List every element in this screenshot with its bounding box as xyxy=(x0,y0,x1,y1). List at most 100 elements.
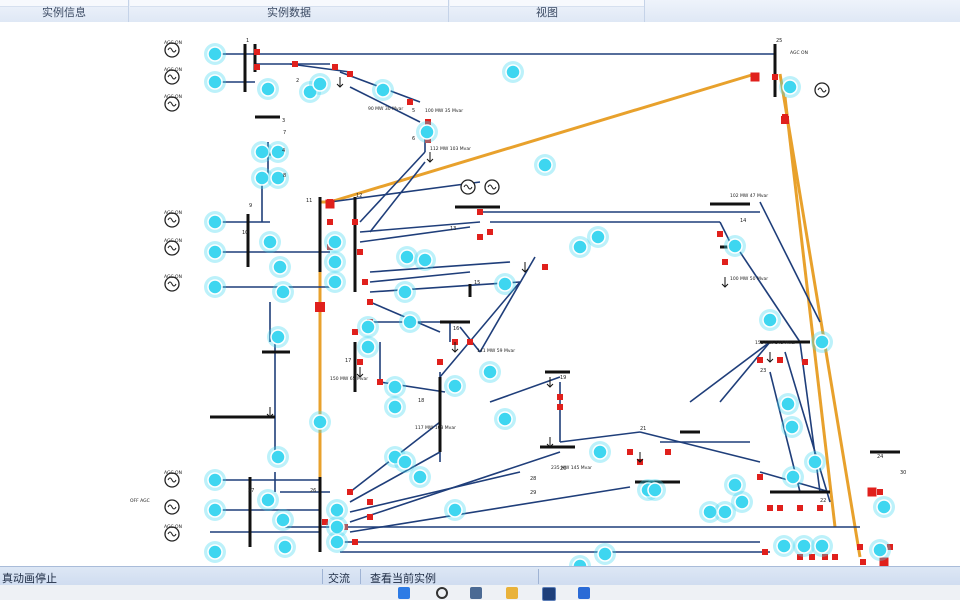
load-label: 235 MW 145 Mvar xyxy=(551,465,592,471)
bus-number-label: 10 xyxy=(242,230,248,236)
flow-ball xyxy=(207,74,223,90)
breaker xyxy=(757,474,763,480)
app-icon-2[interactable] xyxy=(578,587,590,599)
search-icon[interactable] xyxy=(436,587,448,599)
flow-ball xyxy=(360,339,376,355)
flow-ball xyxy=(717,504,733,520)
breaker xyxy=(407,99,413,105)
transmission-line xyxy=(369,161,426,233)
bus-number-label: 15 xyxy=(474,280,480,286)
flow-ball xyxy=(597,546,613,562)
bus-number-label: 12 xyxy=(356,193,362,199)
status-view[interactable]: 查看当前实例 xyxy=(370,570,436,586)
transmission-line xyxy=(479,256,536,353)
breaker xyxy=(487,229,493,235)
breaker xyxy=(352,329,358,335)
windows-start-icon[interactable] xyxy=(398,587,410,599)
flow-ball xyxy=(505,64,521,80)
bus-number-label: 20 xyxy=(560,466,566,472)
breaker xyxy=(802,359,808,365)
bus-number-label: 6 xyxy=(412,136,415,142)
flow-ball xyxy=(270,329,286,345)
bus-number-label: 29 xyxy=(530,490,536,496)
transmission-line xyxy=(559,431,641,443)
flow-ball xyxy=(447,502,463,518)
bus-number-label: 1 xyxy=(246,38,249,44)
load-arrow xyxy=(766,352,774,363)
bus-number-label: 19 xyxy=(560,375,566,381)
app-icon[interactable] xyxy=(542,587,556,601)
transmission-line xyxy=(349,486,631,533)
one-line-diagram[interactable]: AGC ON AGC ON AGC ON AGC ON AGC ON AGC ON AGC … xyxy=(0,22,960,577)
flow-ball xyxy=(277,539,293,555)
flow-ball xyxy=(262,234,278,250)
breaker xyxy=(557,394,563,400)
file-explorer-icon[interactable] xyxy=(506,587,518,599)
flow-ball xyxy=(397,284,413,300)
breaker xyxy=(254,64,260,70)
breaker xyxy=(797,505,803,511)
breaker xyxy=(781,116,789,124)
breaker xyxy=(750,72,760,82)
bus-number-label: 24 xyxy=(877,454,883,460)
breaker xyxy=(437,359,443,365)
breaker xyxy=(325,199,335,209)
load-label: 150 MW 65 Mvar xyxy=(330,376,368,382)
bus-number-label: 13 xyxy=(450,226,456,232)
breaker xyxy=(757,357,763,363)
breaker xyxy=(867,487,877,497)
generator-label: AGC ON xyxy=(164,94,182,100)
transmission-line xyxy=(369,271,471,283)
flow-ball xyxy=(260,492,276,508)
flow-ball xyxy=(762,312,778,328)
generator-label: AGC ON xyxy=(164,238,182,244)
taskbar xyxy=(0,585,960,601)
breaker xyxy=(665,449,671,455)
flow-ball xyxy=(647,482,663,498)
flow-ball xyxy=(207,472,223,488)
task-view-icon[interactable] xyxy=(470,587,482,599)
breaker xyxy=(627,449,633,455)
flow-ball xyxy=(814,334,830,350)
load-arrow xyxy=(336,77,344,88)
ribbon-group-view[interactable]: 视图 xyxy=(450,0,645,22)
flow-ball xyxy=(207,46,223,62)
bus-number-label: 21 xyxy=(640,426,646,432)
bus-number-label: 23 xyxy=(760,368,766,374)
transmission-line xyxy=(639,431,761,463)
load-arrow xyxy=(266,407,274,418)
load-label: 100 MW 50 Mvar xyxy=(730,276,768,282)
flow-ball xyxy=(254,170,270,186)
breaker xyxy=(292,61,298,67)
flow-ball xyxy=(796,538,812,554)
power-system-diagram[interactable]: AGC ON AGC ON AGC ON AGC ON AGC ON AGC ON AGC … xyxy=(0,22,960,577)
flow-ball xyxy=(727,238,743,254)
transmission-line xyxy=(439,281,521,378)
breaker xyxy=(860,559,866,565)
load-arrow xyxy=(356,367,364,378)
flow-ball xyxy=(402,314,418,330)
bus-number-label: 28 xyxy=(530,476,536,482)
flow-ball xyxy=(375,82,391,98)
flow-ball xyxy=(399,249,415,265)
flow-ball xyxy=(207,214,223,230)
load-label: 102 MW 47 Mvar xyxy=(730,193,768,199)
breaker xyxy=(477,209,483,215)
ribbon-group-instance-info[interactable]: 实例信息 xyxy=(0,0,129,22)
ribbon-group-label: 视图 xyxy=(536,6,558,19)
ribbon-group-instance-data[interactable]: 实例数据 xyxy=(130,0,449,22)
flow-ball xyxy=(497,411,513,427)
bus-number-label: 4 xyxy=(282,148,285,154)
breaker xyxy=(477,234,483,240)
transmission-line xyxy=(359,221,481,233)
load-arrow xyxy=(426,152,434,163)
breaker xyxy=(367,299,373,305)
flow-ball xyxy=(397,454,413,470)
load-label: 90 MW 30 Mvar xyxy=(368,106,403,112)
breaker xyxy=(367,499,373,505)
flow-ball xyxy=(329,502,345,518)
flow-ball xyxy=(270,449,286,465)
load-arrow xyxy=(636,452,644,463)
ribbon-toolbar: 实例信息 实例数据 视图 xyxy=(0,0,960,23)
flow-ball xyxy=(329,534,345,550)
